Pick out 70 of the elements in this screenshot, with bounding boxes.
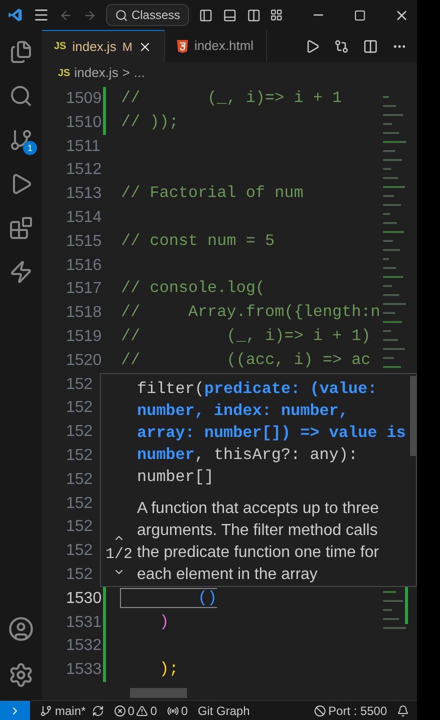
editor-tab[interactable]: JS index.js M xyxy=(42,30,166,62)
split-editor-icon[interactable] xyxy=(363,38,378,54)
line-number: 152 xyxy=(65,517,94,538)
app-logo-icon xyxy=(8,7,23,23)
files-icon[interactable] xyxy=(9,40,33,64)
tab-label: index.html xyxy=(194,37,254,56)
tab-label: index.js xyxy=(72,38,116,56)
code-bracket: ) xyxy=(158,612,170,631)
breadcrumb-file[interactable]: index.js xyxy=(74,63,118,83)
branch-name[interactable]: main* xyxy=(55,702,86,720)
documentation-text: A function that accepts up to three arguments. The filter method calls the predicate function one time for each element in the array xyxy=(137,499,380,585)
line-number: 152 xyxy=(65,374,94,395)
search-icon[interactable] xyxy=(9,84,33,108)
maximize-icon[interactable] xyxy=(354,8,366,22)
code-comment: // console.log( xyxy=(121,279,266,298)
popup-scrollbar[interactable] xyxy=(410,376,416,456)
port-count[interactable]: 0 xyxy=(181,702,188,720)
git-graph-item[interactable]: Git Graph xyxy=(198,702,250,720)
search-text: Classess xyxy=(131,7,180,24)
branch-icon xyxy=(40,704,52,716)
code-comment: // const num = 5 xyxy=(121,232,275,250)
js-file-icon: JS xyxy=(54,39,66,54)
layout-grid-icon[interactable] xyxy=(270,8,284,22)
horizontal-scrollbar[interactable] xyxy=(130,688,187,698)
line-number: 152 xyxy=(65,398,94,418)
error-icon xyxy=(114,704,126,716)
js-file-icon: JS xyxy=(58,66,70,80)
line-number: 1511 xyxy=(65,136,98,157)
line-number: 152 xyxy=(65,564,94,585)
lightning-icon[interactable] xyxy=(9,260,33,284)
code-comment: // (_, i)=> i + 1 xyxy=(121,89,342,107)
split-layout-icon[interactable] xyxy=(246,8,260,22)
line-number: 152 xyxy=(65,470,94,490)
warning-count[interactable]: 0 xyxy=(150,702,158,720)
search-icon xyxy=(115,8,128,22)
code-comment: // Array.from({length:n xyxy=(121,303,380,322)
warning-icon xyxy=(136,704,148,716)
modified-label: M xyxy=(122,38,132,56)
line-number: 152 xyxy=(65,494,94,514)
code-bracket: () xyxy=(121,588,218,607)
antenna-icon xyxy=(167,704,180,716)
run-icon[interactable] xyxy=(305,38,320,54)
code-comment: // (_, i)=> i + 1) xyxy=(121,326,371,345)
command-search-field[interactable]: Classess xyxy=(106,4,190,26)
breadcrumb-separator: > xyxy=(122,64,130,82)
panel-toggle-icon[interactable] xyxy=(222,8,237,22)
error-count[interactable]: 0 xyxy=(128,702,134,720)
breadcrumb-item[interactable]: ... xyxy=(134,63,145,83)
overload-counter: 1/2 xyxy=(105,544,132,564)
line-number: 152 xyxy=(65,422,94,442)
sidebar-toggle-icon[interactable] xyxy=(199,8,213,22)
line-number: 152 xyxy=(65,541,94,562)
notification-badge: 1 xyxy=(23,141,37,155)
notifications-icon[interactable] xyxy=(397,704,409,716)
code-comment: // Factorial of num xyxy=(121,184,304,202)
editor-tab[interactable]: index.html xyxy=(165,30,267,62)
signature-text: filter(predicate: (value: number, index: number, array: number[]) => value is number, thisArg?: any): number[] xyxy=(137,379,407,488)
account-icon[interactable] xyxy=(8,616,34,642)
source-control-icon[interactable] xyxy=(9,128,33,152)
port-icon xyxy=(314,704,326,716)
code-comment: // ((acc, i) => ac xyxy=(121,350,371,369)
sync-icon[interactable] xyxy=(92,704,104,716)
extensions-icon[interactable] xyxy=(9,216,33,240)
compare-icon[interactable] xyxy=(334,38,349,54)
settings-icon[interactable] xyxy=(8,662,34,688)
code-comment: // )); xyxy=(121,112,179,131)
html-file-icon xyxy=(177,40,188,52)
live-server-port[interactable]: Port : 5500 xyxy=(328,702,387,720)
line-number: 152 xyxy=(65,446,94,466)
code-bracket: ); xyxy=(158,660,179,678)
